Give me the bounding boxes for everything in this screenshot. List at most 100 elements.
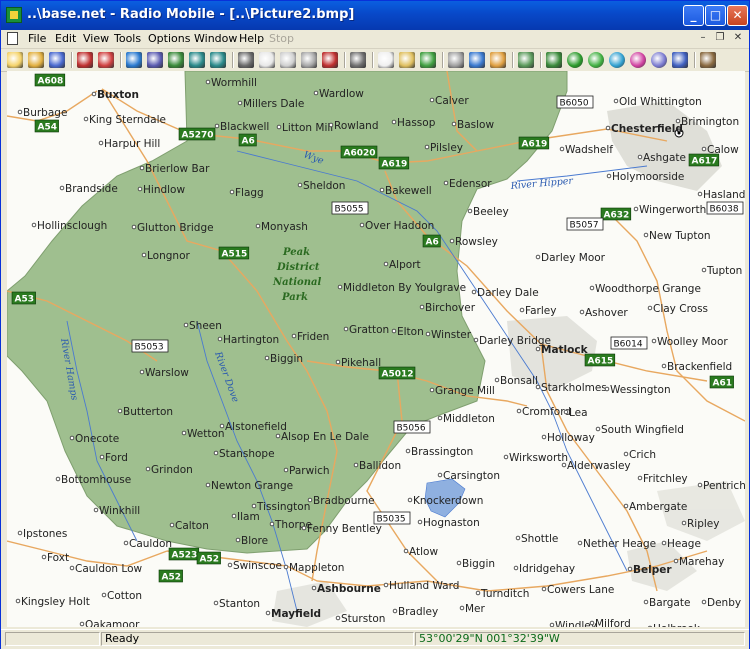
place[interactable]: Buxton	[91, 89, 139, 101]
menu-view[interactable]: View	[83, 32, 109, 45]
radio-mobile-app-icon[interactable]	[6, 7, 22, 23]
place[interactable]: Woolley Moor	[651, 336, 728, 348]
place[interactable]: Brandside	[59, 183, 118, 195]
place[interactable]: Onecote	[69, 433, 119, 445]
place[interactable]: Alderwasley	[561, 460, 631, 472]
world-icon[interactable]	[126, 52, 142, 68]
place[interactable]: New Tupton	[643, 230, 711, 242]
place[interactable]: Farley	[519, 305, 556, 317]
picture-save-icon[interactable]	[280, 52, 296, 68]
place[interactable]: Holloway	[541, 432, 595, 444]
place[interactable]: Denby	[701, 597, 741, 609]
place[interactable]: Bradbourne	[307, 495, 375, 507]
place[interactable]: Alstonefield	[219, 421, 287, 433]
place[interactable]: Hulland Ward	[383, 580, 459, 592]
place[interactable]: Atlow	[403, 546, 438, 558]
unit-list-icon[interactable]	[238, 52, 254, 68]
place[interactable]: Brassington	[405, 446, 473, 458]
place[interactable]: Bonsall	[494, 375, 538, 387]
place[interactable]: Beeley	[467, 206, 509, 218]
place[interactable]: Bakewell	[379, 185, 432, 197]
place[interactable]: Cromford	[516, 406, 571, 418]
place[interactable]: Ripley	[681, 518, 719, 530]
place[interactable]: Mayfield	[265, 608, 321, 620]
place[interactable]: Hognaston	[417, 517, 480, 529]
place[interactable]: Darley Bridge	[473, 335, 551, 347]
place[interactable]: Clay Cross	[647, 303, 708, 315]
map-canvas[interactable]: Peak District National Park WyeRiver Hip…	[7, 71, 745, 627]
place[interactable]: Holymoorside	[606, 171, 684, 183]
place[interactable]: Sturston	[335, 613, 385, 625]
place[interactable]: Cauldon	[123, 538, 172, 550]
menu-edit[interactable]: Edit	[55, 32, 76, 45]
title-bar[interactable]: ..\base.net - Radio Mobile - [..\Picture…	[1, 1, 749, 30]
place[interactable]: Butterton	[117, 406, 173, 418]
place[interactable]: Cowers Lane	[541, 584, 614, 596]
place[interactable]: South Wingfield	[595, 424, 684, 436]
radio-icon[interactable]	[651, 52, 667, 68]
place[interactable]: Oakamoor	[79, 619, 140, 627]
place[interactable]: King Sterndale	[83, 114, 166, 126]
place[interactable]: Friden	[291, 331, 329, 343]
place[interactable]: Idridgehay	[513, 563, 575, 575]
elevation-icon[interactable]	[672, 52, 688, 68]
place[interactable]: Middleton By Youlgrave	[337, 282, 466, 294]
place[interactable]: Newton Grange	[205, 480, 293, 492]
radio-link-icon[interactable]	[567, 52, 583, 68]
place[interactable]: Chesterfield	[605, 123, 683, 135]
place[interactable]: Cauldon Low	[69, 563, 143, 575]
place[interactable]: Ashgate	[637, 152, 686, 164]
mdi-restore-button[interactable]: ❐	[712, 31, 728, 45]
place[interactable]: Warslow	[139, 367, 189, 379]
place[interactable]: Wessington	[604, 384, 671, 396]
place[interactable]: Wetton	[181, 428, 225, 440]
place[interactable]: Tupton	[701, 265, 742, 277]
place[interactable]: Middleton	[437, 413, 495, 425]
place[interactable]: Shottle	[515, 533, 558, 545]
menu-tools[interactable]: Tools	[114, 32, 141, 45]
open-icon[interactable]	[28, 52, 44, 68]
map-view[interactable]: Peak District National Park Wye River Hip…	[7, 71, 745, 627]
globe-icon[interactable]	[609, 52, 625, 68]
place[interactable]: Biggin	[264, 353, 303, 365]
place[interactable]: Wirksworth	[503, 452, 568, 464]
place[interactable]: Marehay	[673, 556, 724, 568]
place[interactable]: Ashbourne	[311, 583, 381, 595]
pdf-icon[interactable]	[322, 52, 338, 68]
phone-icon[interactable]	[700, 52, 716, 68]
place[interactable]: Belper	[627, 564, 672, 576]
place[interactable]: Ambergate	[623, 501, 687, 513]
place[interactable]: Hassop	[391, 117, 436, 129]
place[interactable]: Baslow	[451, 119, 494, 131]
place[interactable]: Wadshelf	[559, 144, 613, 156]
place[interactable]: Knockerdown	[407, 495, 483, 507]
mdi-close-button[interactable]: ✕	[730, 31, 746, 45]
place[interactable]: Gratton	[343, 324, 389, 336]
place[interactable]: Bargate	[643, 597, 690, 609]
fit-icon[interactable]	[518, 52, 534, 68]
place[interactable]: Tissington	[251, 501, 310, 513]
place[interactable]: Ballidon	[353, 460, 401, 472]
place[interactable]: Alsop En Le Dale	[275, 431, 369, 443]
place[interactable]: Longnor	[141, 250, 190, 262]
place[interactable]: Winkhill	[93, 505, 140, 517]
place[interactable]: Milford	[589, 618, 631, 627]
antenna-icon[interactable]	[546, 52, 562, 68]
place[interactable]: Swinscoe	[227, 560, 282, 572]
place[interactable]: Mer	[459, 603, 486, 615]
merge-icon[interactable]	[469, 52, 485, 68]
place[interactable]: Rowsley	[449, 236, 498, 248]
place[interactable]: Starkholmes	[535, 382, 607, 394]
import-icon[interactable]	[189, 52, 205, 68]
place[interactable]: Cotton	[101, 590, 142, 602]
place[interactable]: Litton Mill	[276, 122, 333, 134]
place[interactable]: Heage	[661, 538, 701, 550]
place[interactable]: Fenny Bentley	[301, 523, 382, 535]
place[interactable]: Glutton Bridge	[131, 222, 214, 234]
map-properties-icon[interactable]	[147, 52, 163, 68]
coverage-icon[interactable]	[588, 52, 604, 68]
place[interactable]: Stanshope	[213, 448, 275, 460]
person-icon[interactable]	[490, 52, 506, 68]
place[interactable]: Kingsley Holt	[15, 596, 90, 608]
place[interactable]: Nether Heage	[577, 538, 656, 550]
